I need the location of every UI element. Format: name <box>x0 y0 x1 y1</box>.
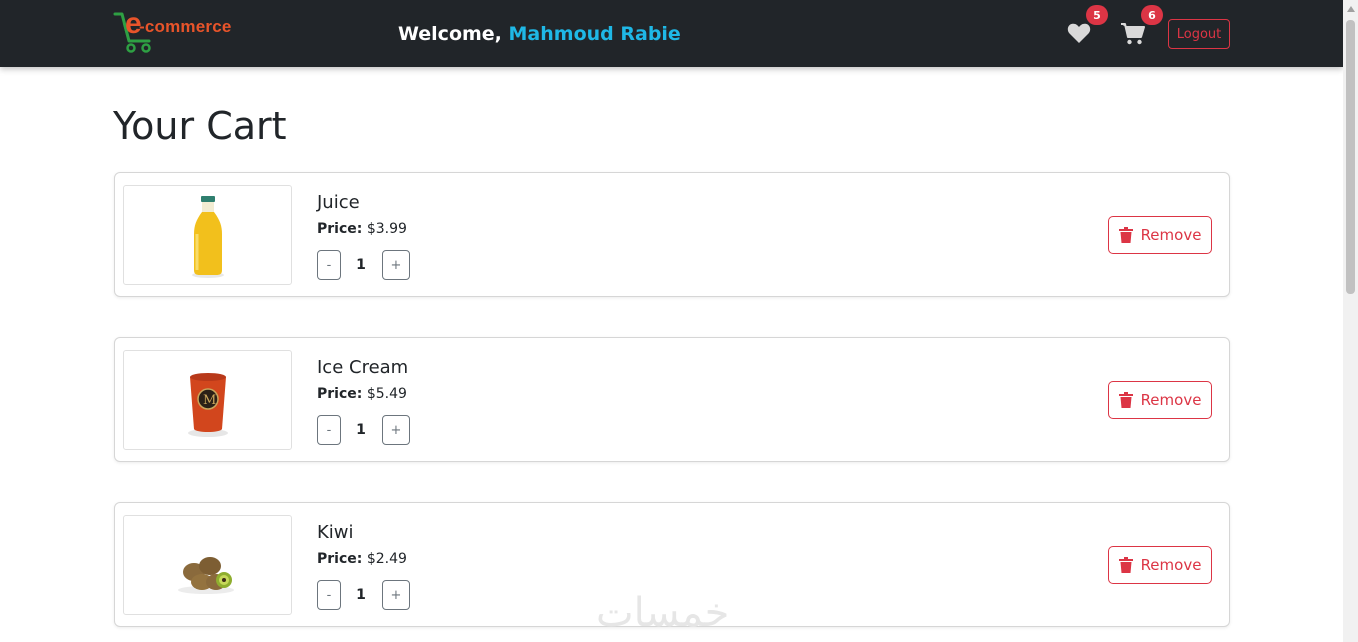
cart-item: M Ice Cream Price: $5.49 - 1 + Remove <box>114 337 1230 462</box>
remove-label: Remove <box>1140 391 1202 409</box>
juice-bottle-image <box>192 196 224 278</box>
quantity-value: 1 <box>356 422 366 438</box>
remove-button[interactable]: Remove <box>1108 216 1212 254</box>
increment-button[interactable]: + <box>382 415 410 445</box>
decrement-button[interactable]: - <box>317 580 341 610</box>
product-image: M <box>123 350 292 450</box>
price-label: Price: <box>317 221 363 237</box>
quantity-value: 1 <box>356 257 366 273</box>
product-name: Juice <box>317 192 360 213</box>
quantity-value: 1 <box>356 587 366 603</box>
brand-name: -commerce <box>139 17 232 36</box>
trash-icon <box>1118 557 1133 573</box>
price-value: $5.49 <box>366 386 407 402</box>
welcome-message: Welcome, Mahmoud Rabie <box>398 23 681 45</box>
remove-label: Remove <box>1140 226 1202 244</box>
welcome-prefix: Welcome, <box>398 23 509 45</box>
product-name: Kiwi <box>317 522 354 543</box>
price-label: Price: <box>317 386 363 402</box>
increment-button[interactable]: + <box>382 580 410 610</box>
wishlist-link[interactable] <box>1067 22 1093 46</box>
product-name: Ice Cream <box>317 357 409 378</box>
product-image <box>123 185 292 285</box>
svg-text:M: M <box>203 393 216 408</box>
heart-icon <box>1067 23 1091 43</box>
remove-button[interactable]: Remove <box>1108 381 1212 419</box>
cart-count-badge: 6 <box>1141 5 1163 25</box>
wishlist-count-badge: 5 <box>1086 5 1108 25</box>
trash-icon <box>1118 227 1133 243</box>
product-price: Price: $5.49 <box>317 386 407 402</box>
price-value: $3.99 <box>366 221 407 237</box>
product-price: Price: $3.99 <box>317 221 407 237</box>
price-value: $2.49 <box>366 551 407 567</box>
cart-link[interactable] <box>1120 22 1146 46</box>
increment-button[interactable]: + <box>382 250 410 280</box>
cart-icon <box>1121 23 1145 45</box>
trash-icon <box>1118 392 1133 408</box>
navbar: e -commerce Welcome, Mahmoud Rabie 5 6 L… <box>0 0 1343 67</box>
brand-logo[interactable]: e -commerce <box>113 7 253 55</box>
decrement-button[interactable]: - <box>317 250 341 280</box>
remove-button[interactable]: Remove <box>1108 546 1212 584</box>
watermark: خمسات <box>596 590 730 636</box>
page-title: Your Cart <box>113 104 287 148</box>
cart-item: Juice Price: $3.99 - 1 + Remove <box>114 172 1230 297</box>
ice-cream-tub-image: M <box>188 373 228 437</box>
kiwi-fruits-image <box>178 557 234 594</box>
product-price: Price: $2.49 <box>317 551 407 567</box>
user-name: Mahmoud Rabie <box>508 23 681 45</box>
price-label: Price: <box>317 551 363 567</box>
product-image <box>123 515 292 615</box>
logout-button[interactable]: Logout <box>1168 19 1230 49</box>
page-scrollbar[interactable] <box>1343 0 1358 642</box>
remove-label: Remove <box>1140 556 1202 574</box>
scrollbar-thumb[interactable] <box>1346 20 1355 294</box>
decrement-button[interactable]: - <box>317 415 341 445</box>
scroll-up-arrow-icon[interactable] <box>1347 6 1355 12</box>
